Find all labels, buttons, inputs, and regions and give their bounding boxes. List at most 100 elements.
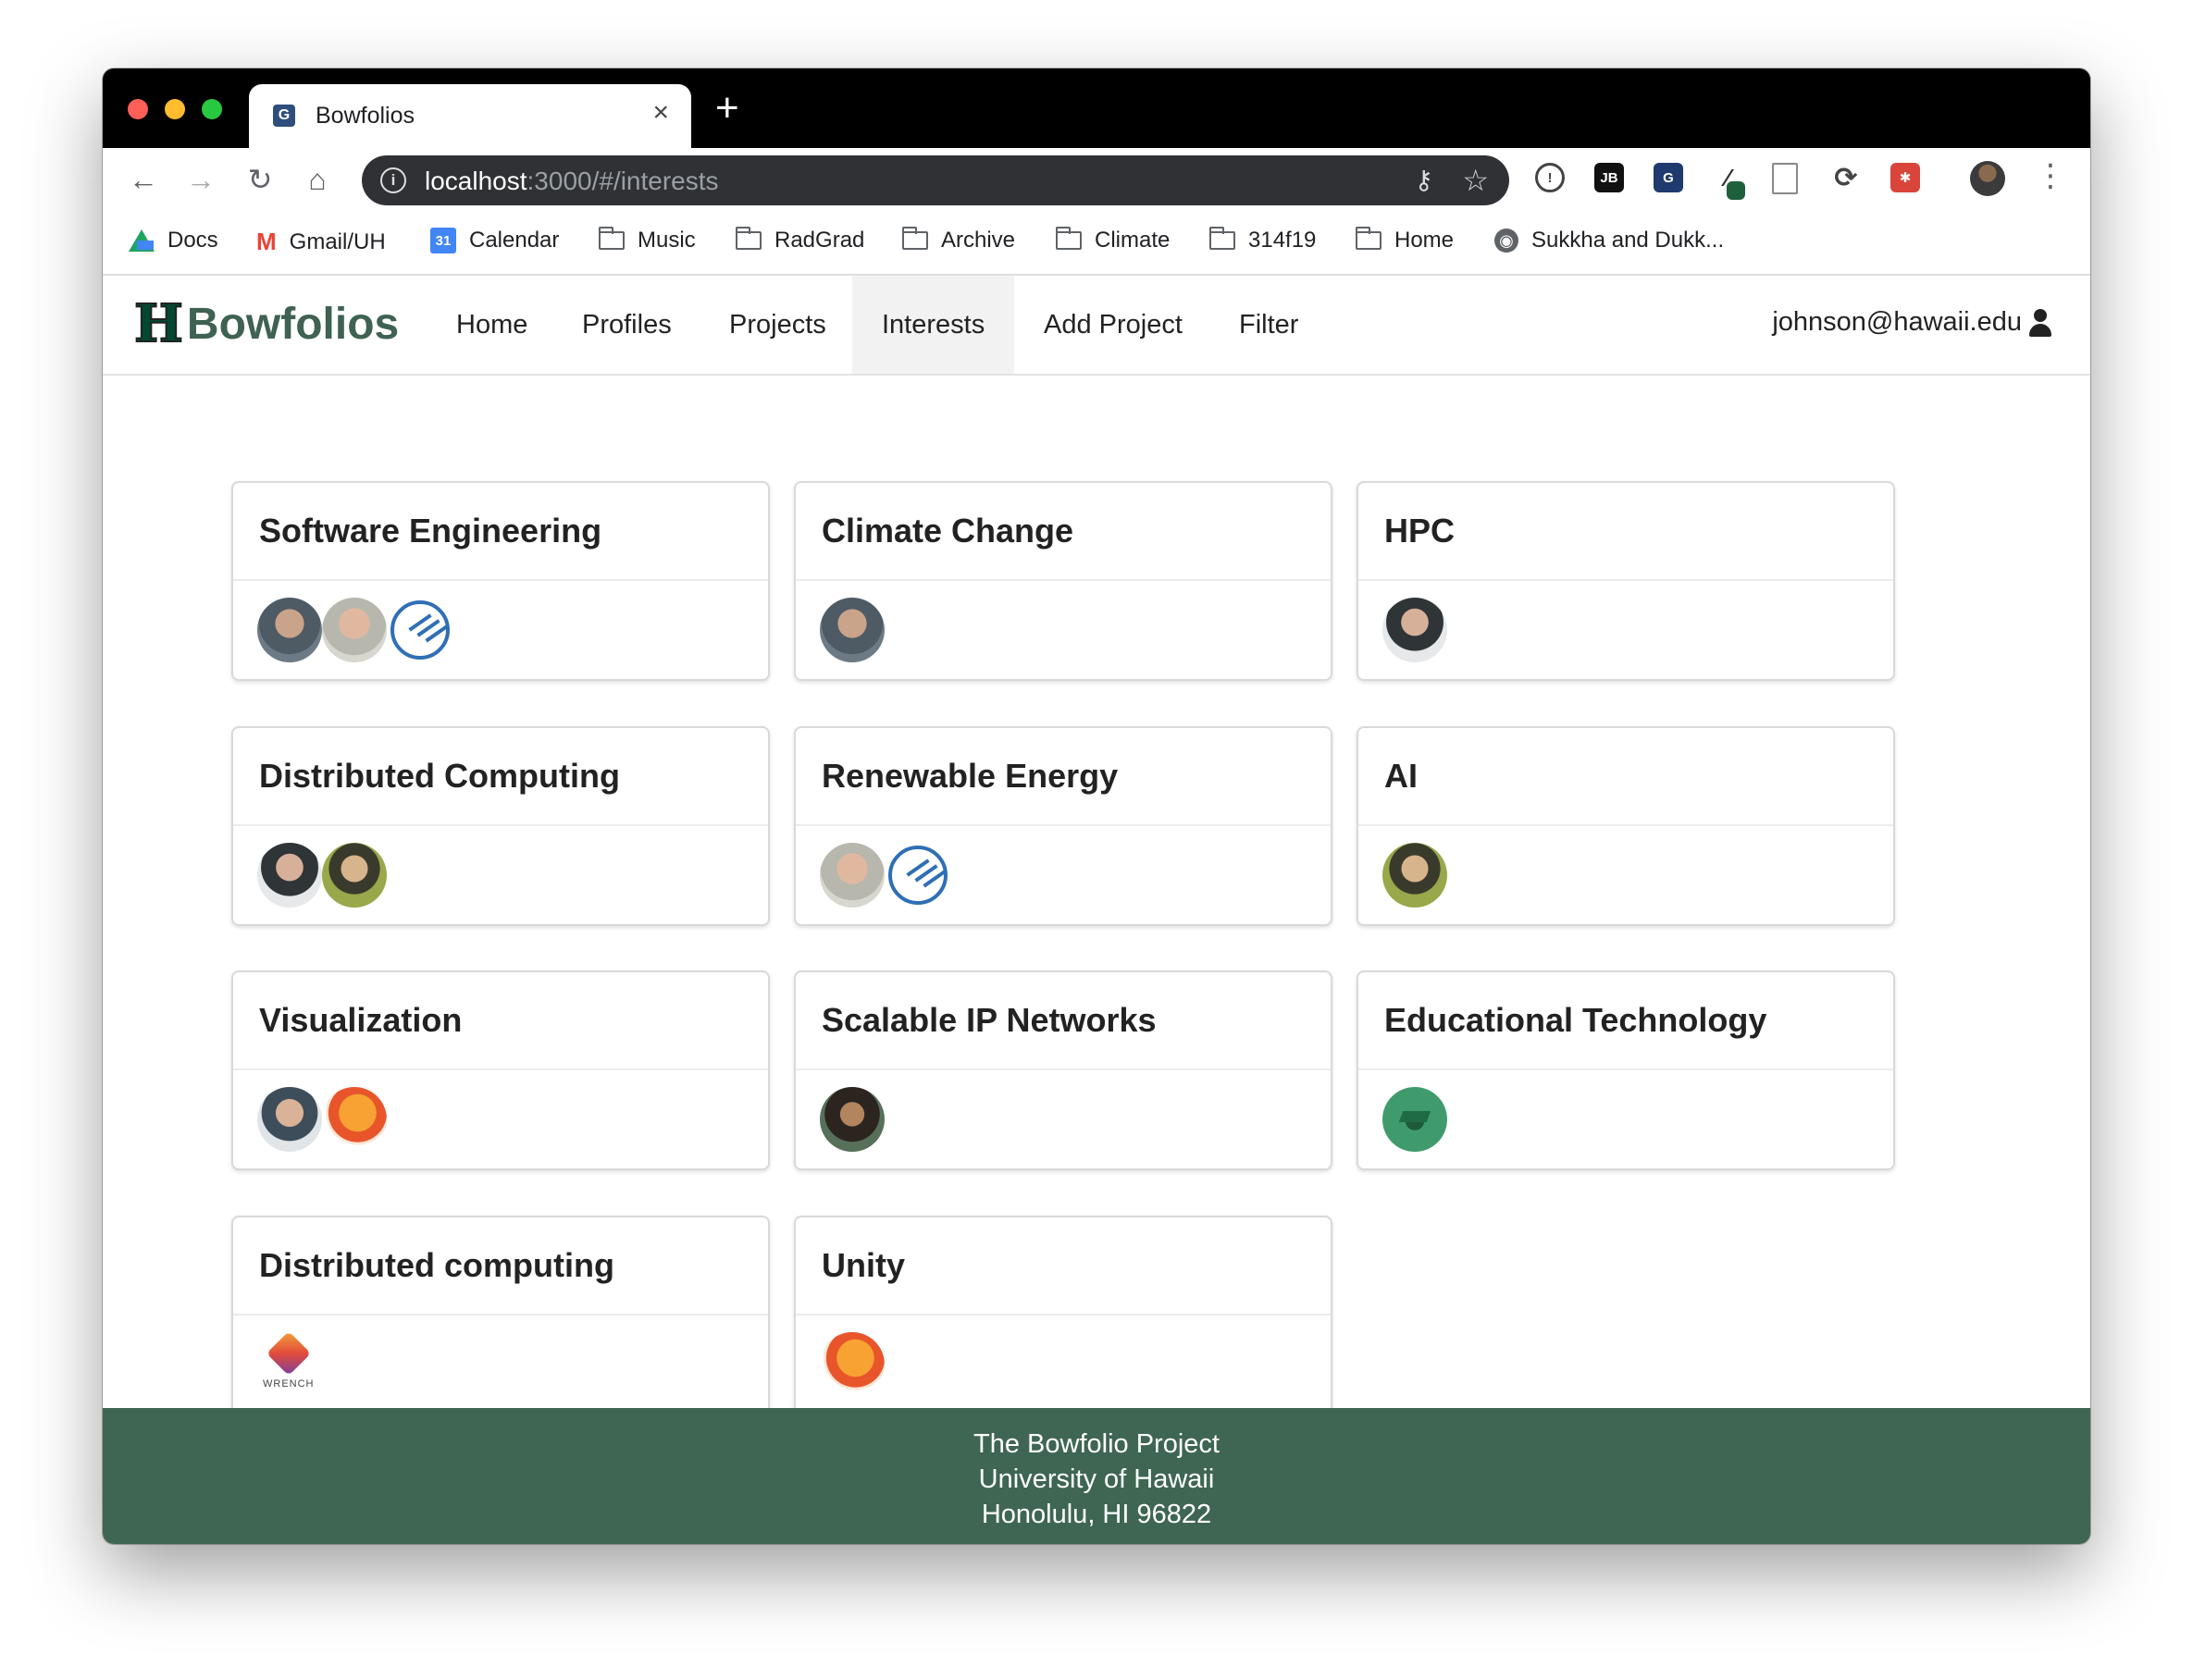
wrench-logo-label: WRENCH (263, 1378, 315, 1390)
interest-title[interactable]: HPC (1384, 512, 1455, 550)
home-icon[interactable]: ⌂ (299, 161, 336, 198)
nav-filter[interactable]: Filter (1209, 276, 1328, 374)
maximize-window-button[interactable] (202, 99, 222, 119)
profile-picture[interactable] (1382, 598, 1447, 662)
calendar-icon: 31 (430, 228, 456, 253)
interest-card: Educational Technology (1357, 970, 1895, 1170)
interest-title[interactable]: Distributed computing (259, 1246, 614, 1285)
nav-projects[interactable]: Projects (700, 276, 856, 374)
address-bar[interactable]: i localhost:3000/#/interests ⚷ ☆ (362, 155, 1509, 205)
interest-title[interactable]: Distributed Computing (259, 757, 620, 796)
password-extension-icon[interactable]: ! (1535, 163, 1565, 192)
bookmark-sukkha[interactable]: ◉ Sukkha and Dukk... (1494, 228, 1724, 253)
profile-picture[interactable] (820, 598, 885, 662)
profile-picture[interactable] (257, 843, 322, 908)
close-window-button[interactable] (128, 99, 148, 119)
page-footer: The Bowfolio Project University of Hawai… (103, 1408, 2090, 1544)
profile-picture[interactable] (1382, 843, 1447, 908)
nav-home[interactable]: Home (427, 276, 557, 374)
bookmark-calendar[interactable]: 31 Calendar (430, 228, 559, 253)
tab-strip: G Bowfolios × + (103, 68, 2090, 148)
folder-icon (599, 227, 625, 250)
brand-name: Bowfolios (186, 299, 400, 349)
bowfolios-favicon-icon: G (273, 105, 295, 127)
bookmark-music[interactable]: Music (599, 227, 696, 253)
interest-title[interactable]: Educational Technology (1384, 1001, 1766, 1040)
bug-extension-icon[interactable]: ✱ (1890, 163, 1920, 192)
bookmark-star-icon[interactable]: ☆ (1462, 163, 1489, 198)
forward-arrow-icon[interactable]: → (182, 161, 219, 198)
extension-badge-icon (1727, 181, 1745, 200)
browser-tab[interactable]: G Bowfolios × (249, 84, 691, 148)
brand-logo[interactable]: H Bowfolios (133, 293, 400, 354)
interest-card: Scalable IP Networks (794, 970, 1332, 1170)
interest-title[interactable]: Climate Change (822, 512, 1073, 550)
interest-card: HPC (1357, 481, 1895, 681)
sync-extension-icon[interactable]: ⟳ (1831, 163, 1861, 193)
footer-line: The Bowfolio Project (973, 1429, 1220, 1459)
nav-interests[interactable]: Interests (852, 276, 1015, 374)
footer-line: University of Hawaii (978, 1464, 1215, 1494)
nav-profiles[interactable]: Profiles (552, 276, 701, 374)
unity-project-logo[interactable] (322, 1087, 387, 1152)
bookmark-label: RadGrad (774, 228, 865, 253)
close-tab-icon[interactable]: × (652, 97, 669, 129)
menu-dots-icon[interactable]: ⋮ (2035, 157, 2066, 194)
bookmark-home[interactable]: Home (1356, 227, 1455, 253)
document-extension-icon[interactable] (1772, 163, 1798, 194)
user-email: johnson@hawaii.edu (1772, 307, 2022, 337)
wrench-project-logo[interactable]: WRENCH (257, 1330, 322, 1397)
google-drive-icon (129, 229, 155, 252)
bookmark-gmail[interactable]: M Gmail/UH (256, 228, 386, 256)
interest-card: Unity (794, 1216, 1332, 1415)
bookmark-314f19[interactable]: 314f19 (1209, 227, 1317, 253)
uh-logo-icon: H (133, 293, 184, 354)
interest-card: Climate Change (794, 481, 1332, 681)
extension-icon[interactable]: G (1654, 163, 1683, 192)
interest-title[interactable]: Unity (822, 1246, 905, 1285)
interest-title[interactable]: Scalable IP Networks (822, 1001, 1157, 1040)
bookmark-archive[interactable]: Archive (902, 227, 1015, 253)
reload-icon[interactable]: ↻ (242, 161, 279, 198)
bookmarks-bar: Docs M Gmail/UH 31 Calendar Music RadGrad … (103, 213, 2090, 276)
minimize-window-button[interactable] (165, 99, 185, 119)
profile-picture[interactable] (322, 598, 387, 662)
folder-icon (1056, 227, 1082, 250)
site-info-icon[interactable]: i (380, 167, 406, 193)
back-arrow-icon[interactable]: ← (125, 161, 162, 198)
wrench-logo-icon (266, 1330, 312, 1377)
jetbrains-extension-icon[interactable]: JB (1594, 163, 1624, 192)
bookmark-label: 314f19 (1248, 228, 1317, 253)
radgrad-project-logo[interactable] (888, 846, 948, 905)
new-tab-button[interactable]: + (715, 85, 739, 131)
profile-picture[interactable] (820, 1087, 885, 1152)
url-text[interactable]: localhost:3000/#/interests (425, 167, 719, 196)
user-menu[interactable]: johnson@hawaii.edu (1772, 307, 2053, 338)
interest-card: Distributed computing WRENCH (231, 1216, 770, 1415)
profile-picture[interactable] (257, 1087, 322, 1152)
bookmark-climate[interactable]: Climate (1056, 227, 1170, 253)
interest-title[interactable]: Visualization (259, 1001, 462, 1040)
url-path: :3000/#/interests (527, 167, 719, 195)
profile-avatar[interactable] (1970, 161, 2005, 196)
interest-card: Distributed Computing (231, 726, 770, 926)
nav-add-project[interactable]: Add Project (1014, 276, 1212, 374)
bookmark-label: Calendar (469, 228, 560, 253)
interest-title[interactable]: AI (1384, 757, 1418, 796)
interest-card: AI (1357, 726, 1895, 926)
bookmark-docs[interactable]: Docs (129, 228, 218, 253)
interest-title[interactable]: Renewable Energy (822, 757, 1118, 796)
profile-picture[interactable] (322, 843, 387, 908)
interest-title[interactable]: Software Engineering (259, 512, 601, 550)
bookmark-radgrad[interactable]: RadGrad (736, 227, 865, 253)
profile-picture[interactable] (257, 598, 322, 662)
profile-picture[interactable] (820, 843, 885, 908)
radgrad-project-logo[interactable] (390, 600, 450, 660)
edtech-project-logo[interactable] (1382, 1087, 1447, 1152)
folder-icon (1356, 227, 1381, 250)
bookmark-label: Home (1394, 228, 1455, 253)
key-icon[interactable]: ⚷ (1414, 165, 1433, 195)
globe-icon: ◉ (1494, 229, 1518, 253)
bookmark-label: Gmail/UH (289, 229, 386, 254)
unity-project-logo[interactable] (820, 1332, 885, 1397)
